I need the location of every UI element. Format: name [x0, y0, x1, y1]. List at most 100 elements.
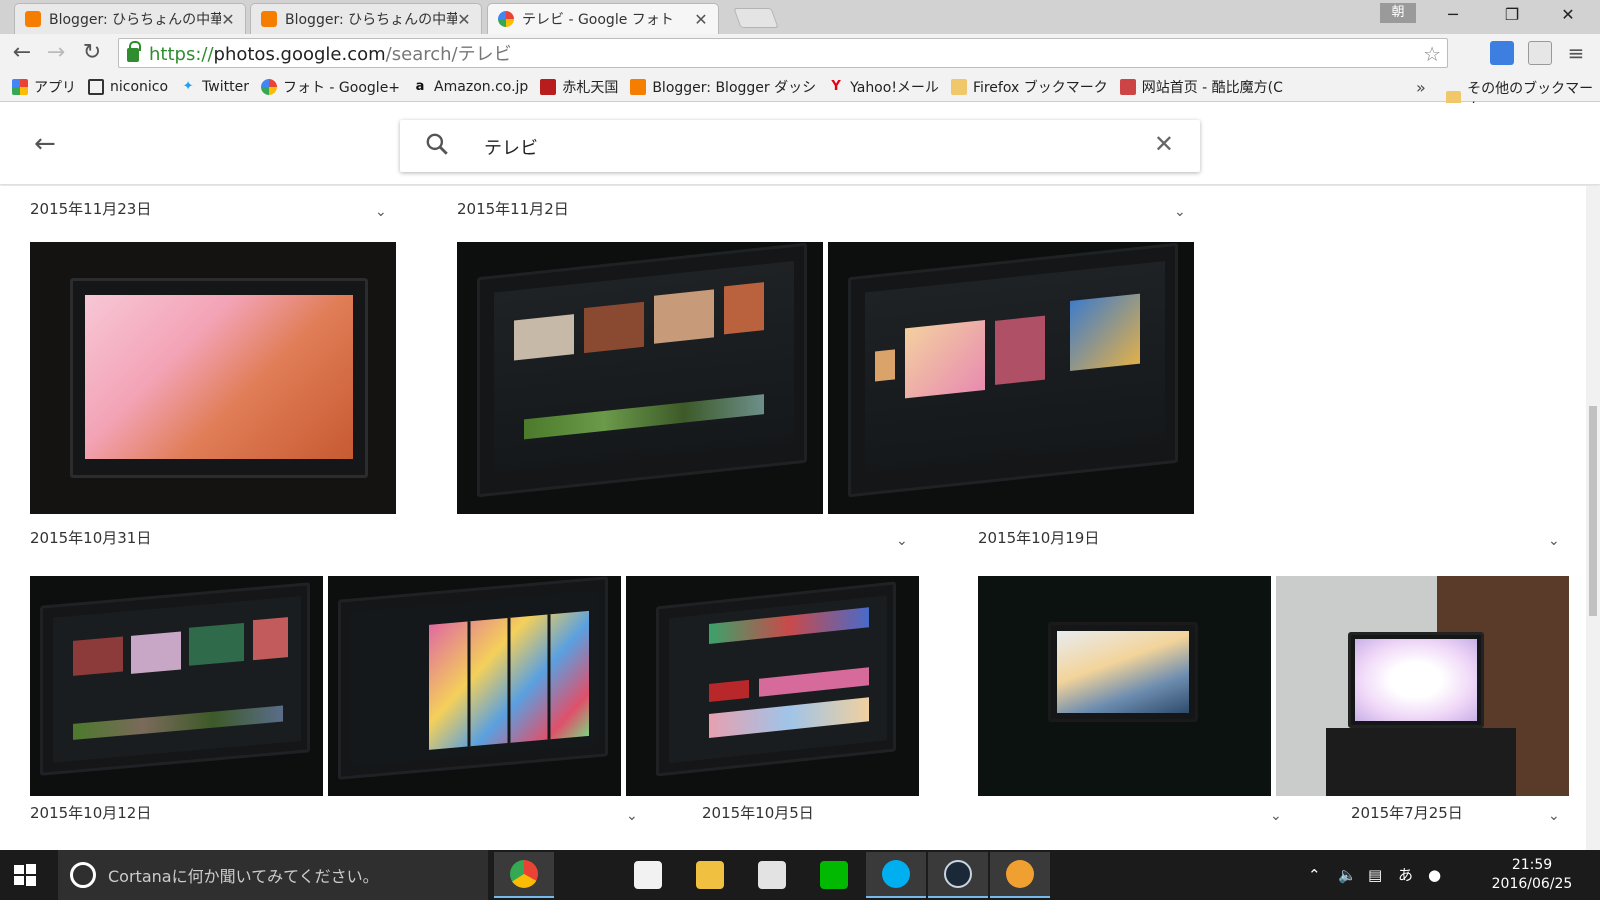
- windows-taskbar: Cortanaに何か聞いてみてください。 ⌃ 🔈 ▤ あ ● 21:59 201…: [0, 850, 1600, 900]
- tab-strip: Blogger: ひらちょんの中華端 ✕ Blogger: ひらちょんの中華端 …: [0, 0, 1600, 34]
- address-bar[interactable]: https://photos.google.com/search/テレビ ☆: [118, 38, 1448, 68]
- date-heading: 2015年11月23日: [30, 200, 152, 218]
- volume-icon[interactable]: 🔈: [1338, 850, 1357, 900]
- tv-screen: [865, 261, 1165, 473]
- tab-google-photos[interactable]: テレビ - Google フォト ✕: [487, 3, 719, 34]
- close-window-button[interactable]: ✕: [1540, 0, 1596, 30]
- chevron-down-icon[interactable]: ⌄: [1270, 808, 1282, 824]
- network-icon[interactable]: ●: [1428, 850, 1441, 900]
- bookmark-twitter[interactable]: ✦ Twitter: [180, 79, 249, 95]
- photo-thumbnail[interactable]: [30, 242, 396, 514]
- cortana-icon: [70, 862, 96, 888]
- clear-search-icon[interactable]: ✕: [1154, 130, 1174, 158]
- tv-frame: [848, 242, 1178, 498]
- bookmark-akafuda[interactable]: 赤札天国: [540, 77, 618, 97]
- reload-icon[interactable]: ↻: [78, 39, 106, 67]
- tv-screen: [85, 295, 353, 459]
- cube-icon: [1119, 78, 1136, 95]
- tab-title: Blogger: ひらちょんの中華端: [285, 12, 457, 28]
- chevron-down-icon[interactable]: ⌄: [1174, 204, 1186, 220]
- browser-toolbar: ← → ↻ https://photos.google.com/search/テ…: [0, 34, 1600, 72]
- line-icon[interactable]: [804, 852, 864, 898]
- tv-frame: [70, 278, 368, 478]
- tv-screen: [1057, 631, 1189, 713]
- close-icon[interactable]: ✕: [221, 10, 235, 29]
- date-heading: 2015年10月19日: [978, 529, 1100, 547]
- tab-blogger-1[interactable]: Blogger: ひらちょんの中華端 ✕: [14, 3, 246, 34]
- date-heading: 2015年10月31日: [30, 529, 152, 547]
- date-heading: 2015年11月2日: [457, 200, 569, 218]
- folder-icon: [950, 78, 967, 95]
- back-arrow-icon[interactable]: ←: [34, 129, 56, 159]
- bookmark-cube[interactable]: 网站首页 - 酷比魔方(C: [1119, 77, 1283, 97]
- photo-thumbnail[interactable]: [30, 576, 323, 796]
- tv-screen: [669, 595, 887, 764]
- chevron-down-icon[interactable]: ⌄: [1548, 533, 1560, 549]
- tv-screen: [1355, 639, 1477, 721]
- tab-title: Blogger: ひらちょんの中華端: [49, 12, 221, 28]
- tv-frame: [477, 242, 807, 498]
- paint-icon[interactable]: [742, 852, 802, 898]
- akafuda-icon: [540, 78, 557, 95]
- photo-thumbnail[interactable]: [978, 576, 1271, 796]
- skype-icon[interactable]: [866, 852, 926, 898]
- media-icon[interactable]: [990, 852, 1050, 898]
- bookmarks-overflow-button[interactable]: »: [1416, 78, 1426, 97]
- tv-frame: [656, 581, 896, 777]
- bookmark-firefox-folder[interactable]: Firefox ブックマーク: [950, 77, 1108, 97]
- date-heading: 2015年7月25日: [1351, 804, 1463, 822]
- clock[interactable]: 21:59 2016/06/25: [1487, 856, 1577, 894]
- photo-thumbnail[interactable]: [328, 576, 621, 796]
- bookmark-star-icon[interactable]: ☆: [1423, 42, 1441, 66]
- twitter-bird-icon: ✦: [182, 78, 194, 94]
- action-center-icon[interactable]: ▤: [1368, 850, 1382, 900]
- minimize-button[interactable]: ─: [1425, 0, 1481, 30]
- lock-icon: [127, 41, 141, 62]
- bookmark-yahoo-mail[interactable]: Y Yahoo!メール: [828, 77, 939, 97]
- forward-arrow-icon[interactable]: →: [42, 39, 70, 67]
- steam-icon[interactable]: [928, 852, 988, 898]
- close-icon[interactable]: ✕: [457, 10, 471, 29]
- close-icon[interactable]: ✕: [694, 10, 708, 29]
- file-explorer-icon[interactable]: [680, 852, 740, 898]
- ime-badge: 朝: [1380, 3, 1416, 23]
- ime-indicator[interactable]: あ: [1398, 850, 1413, 900]
- photo-thumbnail[interactable]: [828, 242, 1194, 514]
- tab-title: テレビ - Google フォト: [522, 12, 674, 28]
- chevron-up-icon[interactable]: ⌃: [1308, 850, 1321, 900]
- search-box[interactable]: テレビ ✕: [400, 120, 1200, 172]
- bookmark-blogger[interactable]: Blogger: Blogger ダッシ: [630, 77, 816, 97]
- blogger-icon: [25, 11, 41, 27]
- extension-icon[interactable]: [1490, 41, 1514, 65]
- search-icon: [426, 133, 448, 155]
- scrollbar[interactable]: [1586, 186, 1600, 850]
- photo-thumbnail[interactable]: [626, 576, 919, 796]
- menu-icon[interactable]: ≡: [1562, 39, 1590, 67]
- chevron-down-icon[interactable]: ⌄: [626, 808, 638, 824]
- tab-blogger-2[interactable]: Blogger: ひらちょんの中華端 ✕: [250, 3, 482, 34]
- bookmark-niconico[interactable]: niconico: [88, 78, 168, 95]
- download-icon[interactable]: [1528, 41, 1552, 65]
- restore-button[interactable]: ❐: [1484, 0, 1540, 30]
- tv-frame: [1048, 622, 1198, 722]
- bookmark-apps[interactable]: アプリ: [12, 77, 76, 97]
- store-icon[interactable]: [618, 852, 678, 898]
- chrome-icon[interactable]: [494, 852, 554, 898]
- chevron-down-icon[interactable]: ⌄: [375, 204, 387, 220]
- back-arrow-icon[interactable]: ←: [8, 39, 36, 67]
- chevron-down-icon[interactable]: ⌄: [1548, 808, 1560, 824]
- bookmark-google-photos[interactable]: フォト - Google+: [260, 77, 400, 97]
- bookmark-amazon[interactable]: a Amazon.co.jp: [412, 79, 529, 95]
- scrollbar-thumb[interactable]: [1589, 406, 1597, 616]
- blogger-icon: [630, 78, 647, 95]
- photo-thumbnail[interactable]: [457, 242, 823, 514]
- chevron-down-icon[interactable]: ⌄: [896, 533, 908, 549]
- new-tab-button[interactable]: [733, 8, 779, 28]
- search-query[interactable]: テレビ: [484, 134, 538, 160]
- windows-start-icon[interactable]: [14, 864, 36, 886]
- google-photos-icon: [260, 78, 277, 95]
- cortana-search[interactable]: Cortanaに何か聞いてみてください。: [58, 850, 488, 900]
- photos-search-header: ← テレビ ✕: [0, 103, 1600, 185]
- date-heading: 2015年10月12日: [30, 804, 152, 822]
- photo-thumbnail[interactable]: [1276, 576, 1569, 796]
